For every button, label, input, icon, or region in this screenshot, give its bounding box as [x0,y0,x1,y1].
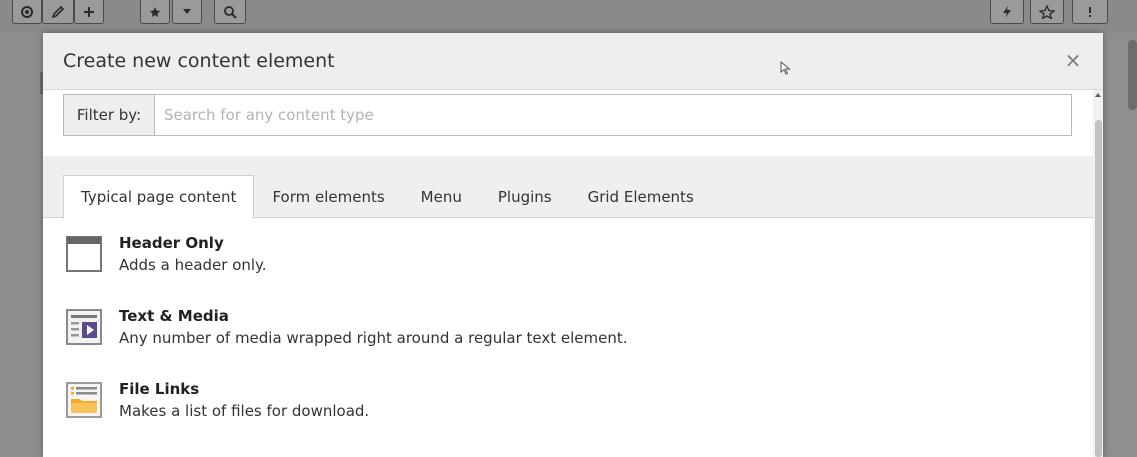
star-icon[interactable] [140,0,170,24]
file-links-icon [66,382,102,418]
filter-group: Filter by: [63,94,1072,136]
text-media-icon [66,309,102,345]
search-icon[interactable] [214,0,246,24]
view-icon[interactable] [12,0,42,24]
new-content-element-modal: Create new content element × Filter by: … [43,33,1103,457]
edit-icon[interactable] [42,0,74,24]
tab-menu[interactable]: Menu [403,175,480,218]
content-element-text-media[interactable]: Text & Media Any number of media wrapped… [63,307,1063,359]
bookmark-icon[interactable] [1030,0,1064,24]
modal-scrollbar-thumb[interactable] [1095,120,1102,457]
content-tabs: Typical page content Form elements Menu … [63,175,712,219]
close-icon: × [1064,48,1082,72]
content-element-file-links[interactable]: File Links Makes a list of files for dow… [63,380,1063,432]
tab-bar: Typical page content Form elements Menu … [43,156,1093,219]
tab-plugins[interactable]: Plugins [480,175,570,218]
dropdown-icon[interactable] [172,0,202,24]
mouse-cursor-icon [780,61,791,75]
tab-grid-elements[interactable]: Grid Elements [570,175,712,218]
content-element-description: Makes a list of files for download. [119,402,370,420]
header-only-icon [66,236,102,272]
modal-body: Filter by: Typical page content Form ele… [43,90,1093,457]
flash-icon[interactable] [990,0,1024,24]
content-element-title: Text & Media [119,307,229,325]
content-element-header-only[interactable]: Header Only Adds a header only. [63,234,1063,286]
backend-toolbar [0,0,1137,33]
page-scrollbar[interactable] [1128,40,1137,110]
content-type-search-input[interactable] [155,95,1071,135]
filter-label: Filter by: [64,95,155,135]
tab-form-elements[interactable]: Form elements [254,175,402,218]
modal-header: Create new content element × [43,33,1103,90]
content-element-description: Adds a header only. [119,256,267,274]
help-icon[interactable] [1072,0,1108,24]
plus-icon[interactable] [74,0,104,24]
tab-typical-page-content[interactable]: Typical page content [63,175,255,219]
content-element-title: File Links [119,380,200,398]
scroll-up-icon[interactable] [1095,93,1101,97]
close-button[interactable]: × [1061,47,1085,73]
modal-scrollbar[interactable] [1093,90,1103,457]
content-element-title: Header Only [119,234,224,252]
content-element-description: Any number of media wrapped right around… [119,329,628,347]
modal-title: Create new content element [63,50,335,72]
